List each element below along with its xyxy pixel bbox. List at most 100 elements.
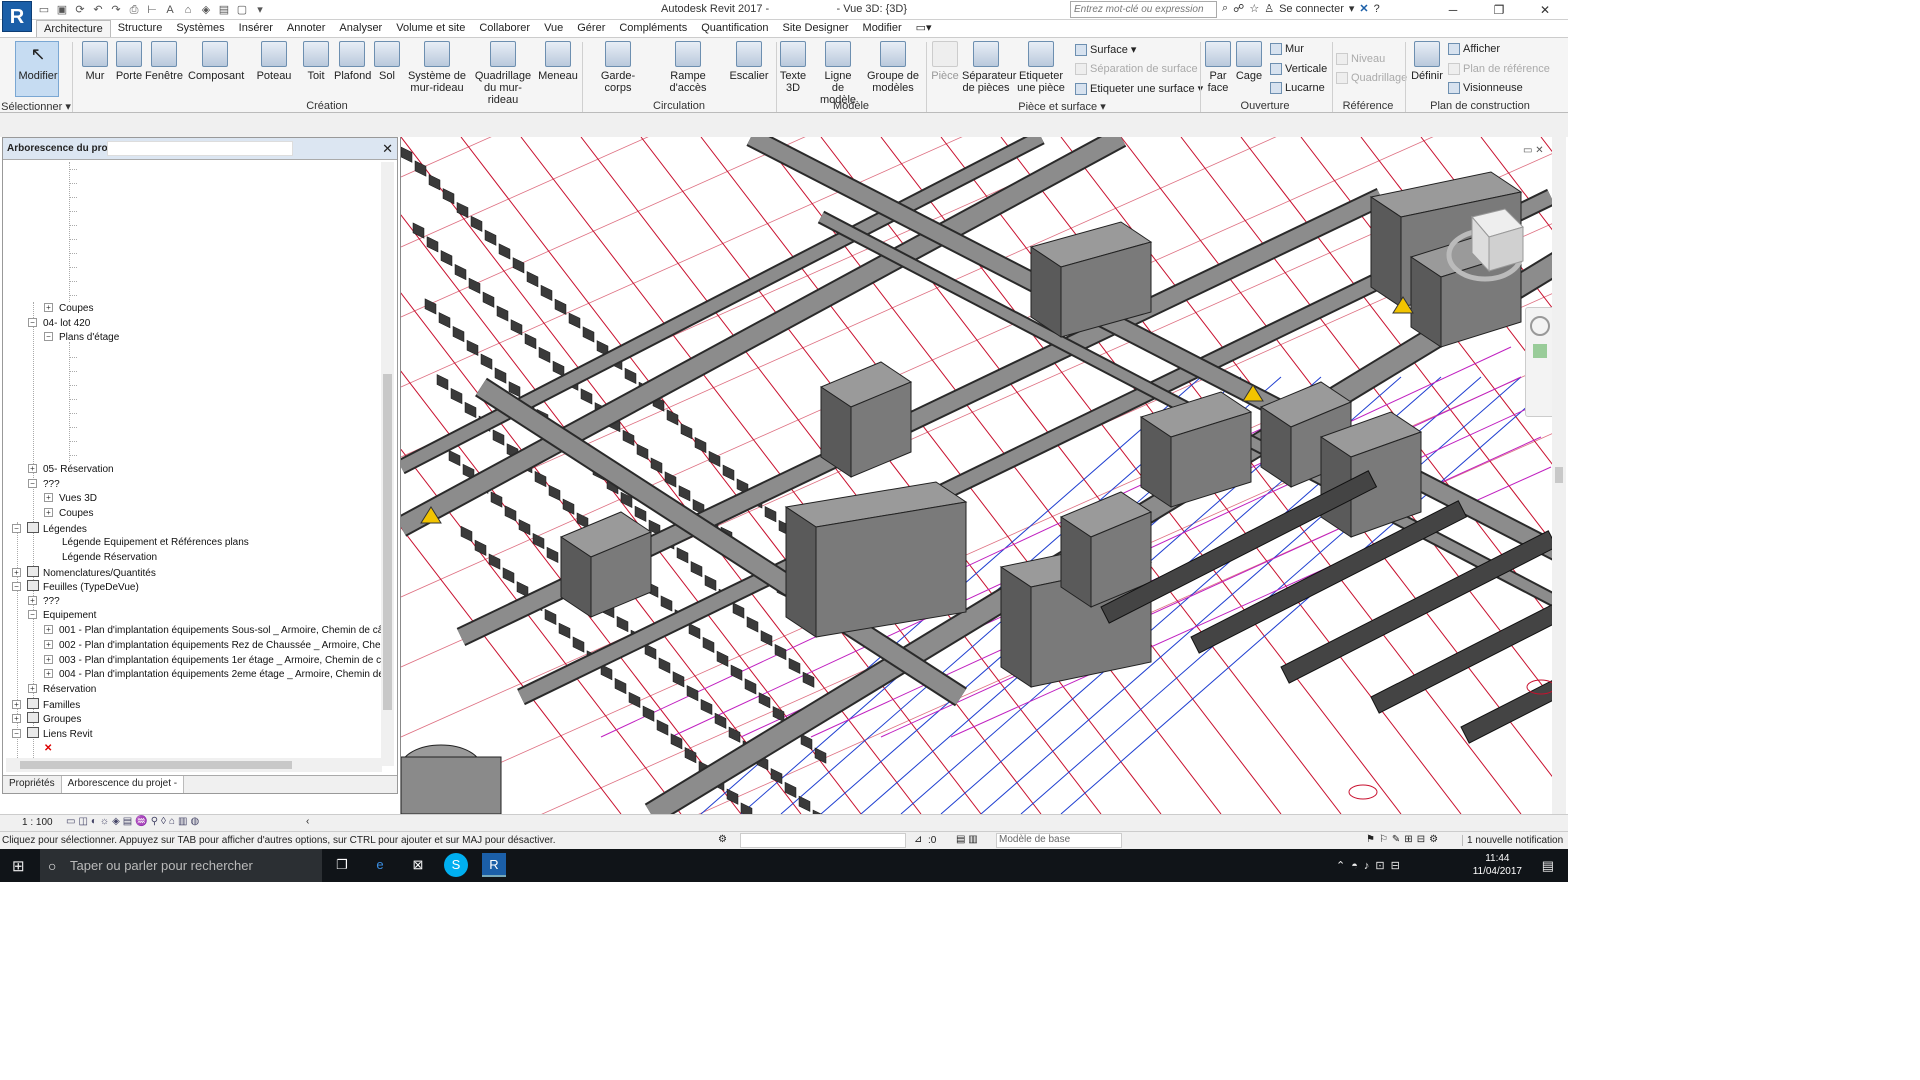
view-control-icons[interactable]: ▭◫◐☼◈▤♒⚲◊⌂▥◍ bbox=[66, 816, 202, 827]
ramp-button[interactable]: Rampe d'accès bbox=[654, 41, 722, 94]
tree-node[interactable]: + Nomenclatures/Quantités bbox=[12, 566, 156, 580]
modify-tool[interactable]: ↖ Modifier bbox=[16, 41, 60, 82]
tab-systemes[interactable]: Systèmes bbox=[169, 20, 231, 37]
tab-inserer[interactable]: Insérer bbox=[232, 20, 280, 37]
model-group-button[interactable]: Groupe de modèles bbox=[866, 41, 920, 94]
skype-icon[interactable]: S bbox=[444, 853, 468, 877]
browser-search-field[interactable] bbox=[107, 141, 293, 156]
expand-icon[interactable]: + bbox=[44, 669, 53, 678]
tree-node[interactable]: − Liens Revit bbox=[12, 727, 92, 741]
design-option-dropdown[interactable]: Modèle de base bbox=[996, 833, 1122, 848]
broken-link-icon[interactable]: ✕ bbox=[44, 742, 52, 756]
tree-node[interactable]: − Feuilles (TypeDeVue) bbox=[12, 580, 139, 594]
expand-icon[interactable]: + bbox=[44, 625, 53, 634]
viewcube[interactable] bbox=[1427, 195, 1527, 295]
collapse-icon[interactable]: − bbox=[28, 610, 37, 619]
worksets-icon[interactable]: ⚙ bbox=[718, 834, 727, 845]
show-work-plane-button[interactable]: Afficher bbox=[1448, 43, 1500, 55]
column-button[interactable]: Poteau bbox=[255, 41, 293, 82]
expand-icon[interactable]: + bbox=[12, 568, 21, 577]
tab-properties[interactable]: Propriétés bbox=[3, 776, 62, 793]
area-boundary-button[interactable]: Séparation de surface bbox=[1075, 63, 1198, 75]
tab-analyser[interactable]: Analyser bbox=[332, 20, 389, 37]
print-icon[interactable]: ⎙ bbox=[126, 2, 142, 18]
horizontal-scrollbar[interactable] bbox=[6, 758, 382, 772]
expand-icon[interactable]: + bbox=[28, 464, 37, 473]
text-3d-button[interactable]: Texte 3D bbox=[778, 41, 808, 94]
view-vertical-scrollbar[interactable] bbox=[1552, 137, 1566, 814]
3d-viewport[interactable]: ▭ ✕ bbox=[400, 137, 1566, 814]
curtain-system-button[interactable]: Système de mur-rideau bbox=[404, 41, 470, 94]
ribbon-minimize-toggle[interactable]: ▭▾ bbox=[909, 20, 939, 37]
exchange-icon[interactable]: ✕ bbox=[1359, 2, 1368, 15]
scroll-thumb[interactable] bbox=[20, 761, 292, 769]
scroll-thumb[interactable] bbox=[1555, 467, 1563, 483]
action-center-icon[interactable]: ▤ bbox=[1542, 858, 1554, 874]
scroll-left-icon[interactable]: ‹ bbox=[306, 816, 309, 827]
wall-opening-button[interactable]: Mur bbox=[1270, 43, 1304, 55]
3d-view-icon[interactable]: ⌂ bbox=[180, 2, 196, 18]
expand-icon[interactable]: + bbox=[12, 700, 21, 709]
notification-badge[interactable]: 1 nouvelle notification bbox=[1462, 835, 1563, 846]
switch-windows-icon[interactable]: ▢ bbox=[234, 2, 250, 18]
taskbar-search[interactable]: Taper ou parler pour rechercher bbox=[40, 849, 322, 882]
scroll-thumb[interactable] bbox=[383, 374, 392, 710]
tab-structure[interactable]: Structure bbox=[111, 20, 170, 37]
design-options-icon[interactable]: ▤ ▥ bbox=[956, 834, 978, 845]
expand-icon[interactable]: + bbox=[44, 655, 53, 664]
system-tray-icons[interactable]: ⌃◓♪⊡⊟ bbox=[1336, 859, 1406, 872]
help-icon[interactable]: ? bbox=[1374, 3, 1380, 15]
tab-annoter[interactable]: Annoter bbox=[280, 20, 333, 37]
tree-node[interactable]: +002 - Plan d'implantation équipements R… bbox=[44, 639, 382, 653]
tree-node[interactable]: +05- Réservation bbox=[28, 463, 114, 477]
open-icon[interactable]: ▭ bbox=[36, 2, 52, 18]
tree-node[interactable]: + Familles bbox=[12, 698, 80, 712]
tab-vue[interactable]: Vue bbox=[537, 20, 570, 37]
collapse-icon[interactable]: − bbox=[12, 524, 21, 533]
collapse-icon[interactable]: − bbox=[12, 582, 21, 591]
subscription-icon[interactable]: ☍ bbox=[1233, 2, 1244, 15]
revit-taskbar-icon[interactable]: R bbox=[482, 853, 506, 877]
tree-node[interactable]: +003 - Plan d'implantation équipements 1… bbox=[44, 654, 382, 668]
measure-icon[interactable]: ⊢ bbox=[144, 2, 160, 18]
taskbar-clock[interactable]: 11:44 11/04/2017 bbox=[1473, 852, 1522, 878]
tree-node[interactable]: Légende Equipement et Références plans bbox=[44, 536, 249, 550]
piece-panel-label[interactable]: Pièce et surface ▾ bbox=[926, 100, 1198, 113]
shaft-button[interactable]: Cage bbox=[1234, 41, 1264, 82]
section-icon[interactable]: ◈ bbox=[198, 2, 214, 18]
mullion-button[interactable]: Meneau bbox=[538, 41, 578, 82]
text-icon[interactable]: A bbox=[162, 2, 178, 18]
expand-icon[interactable]: + bbox=[44, 640, 53, 649]
customize-qat-icon[interactable]: ▾ bbox=[252, 2, 268, 18]
room-separator-button[interactable]: Séparateur de pièces bbox=[962, 41, 1016, 94]
tab-project-browser[interactable]: Arborescence du projet - bbox=[61, 776, 185, 793]
expand-icon[interactable]: + bbox=[44, 508, 53, 517]
tab-complements[interactable]: Compléments bbox=[612, 20, 694, 37]
tree-node[interactable]: −??? bbox=[28, 478, 60, 492]
select-panel-label[interactable]: Sélectionner ▾ bbox=[0, 100, 72, 113]
expand-icon[interactable]: + bbox=[44, 493, 53, 502]
workset-dropdown[interactable] bbox=[740, 833, 906, 848]
tab-site-designer[interactable]: Site Designer bbox=[775, 20, 855, 37]
room-button[interactable]: Pièce bbox=[930, 41, 960, 82]
sign-in-button[interactable]: Se connecter bbox=[1279, 3, 1344, 15]
tab-quantification[interactable]: Quantification bbox=[694, 20, 775, 37]
stair-button[interactable]: Escalier bbox=[728, 41, 770, 82]
edge-icon[interactable]: e bbox=[368, 853, 392, 877]
tree-node[interactable]: +001 - Plan d'implantation équipements S… bbox=[44, 624, 382, 638]
vertical-scrollbar[interactable] bbox=[381, 162, 394, 766]
tab-modifier[interactable]: Modifier bbox=[856, 20, 909, 37]
revit-app-button[interactable]: R bbox=[2, 1, 32, 32]
view-scale[interactable]: 1 : 100 bbox=[22, 817, 53, 828]
tree-node[interactable]: + Groupes bbox=[12, 712, 81, 726]
tab-architecture[interactable]: Architecture bbox=[36, 20, 111, 37]
tree-node[interactable]: + Coupes bbox=[44, 507, 93, 521]
floor-button[interactable]: Sol bbox=[374, 41, 400, 82]
selection-filters-icons[interactable]: ⚑⚐✎⊞⊟⚙ bbox=[1366, 834, 1442, 845]
window-button[interactable]: Fenêtre bbox=[144, 41, 184, 82]
tab-collaborer[interactable]: Collaborer bbox=[472, 20, 537, 37]
tree-node[interactable]: Légende Réservation bbox=[44, 551, 157, 565]
windows-start-icon[interactable]: ⊞ bbox=[12, 857, 25, 875]
redo-icon[interactable]: ↷ bbox=[108, 2, 124, 18]
tree-node[interactable]: − Plans d'étage bbox=[44, 331, 119, 345]
